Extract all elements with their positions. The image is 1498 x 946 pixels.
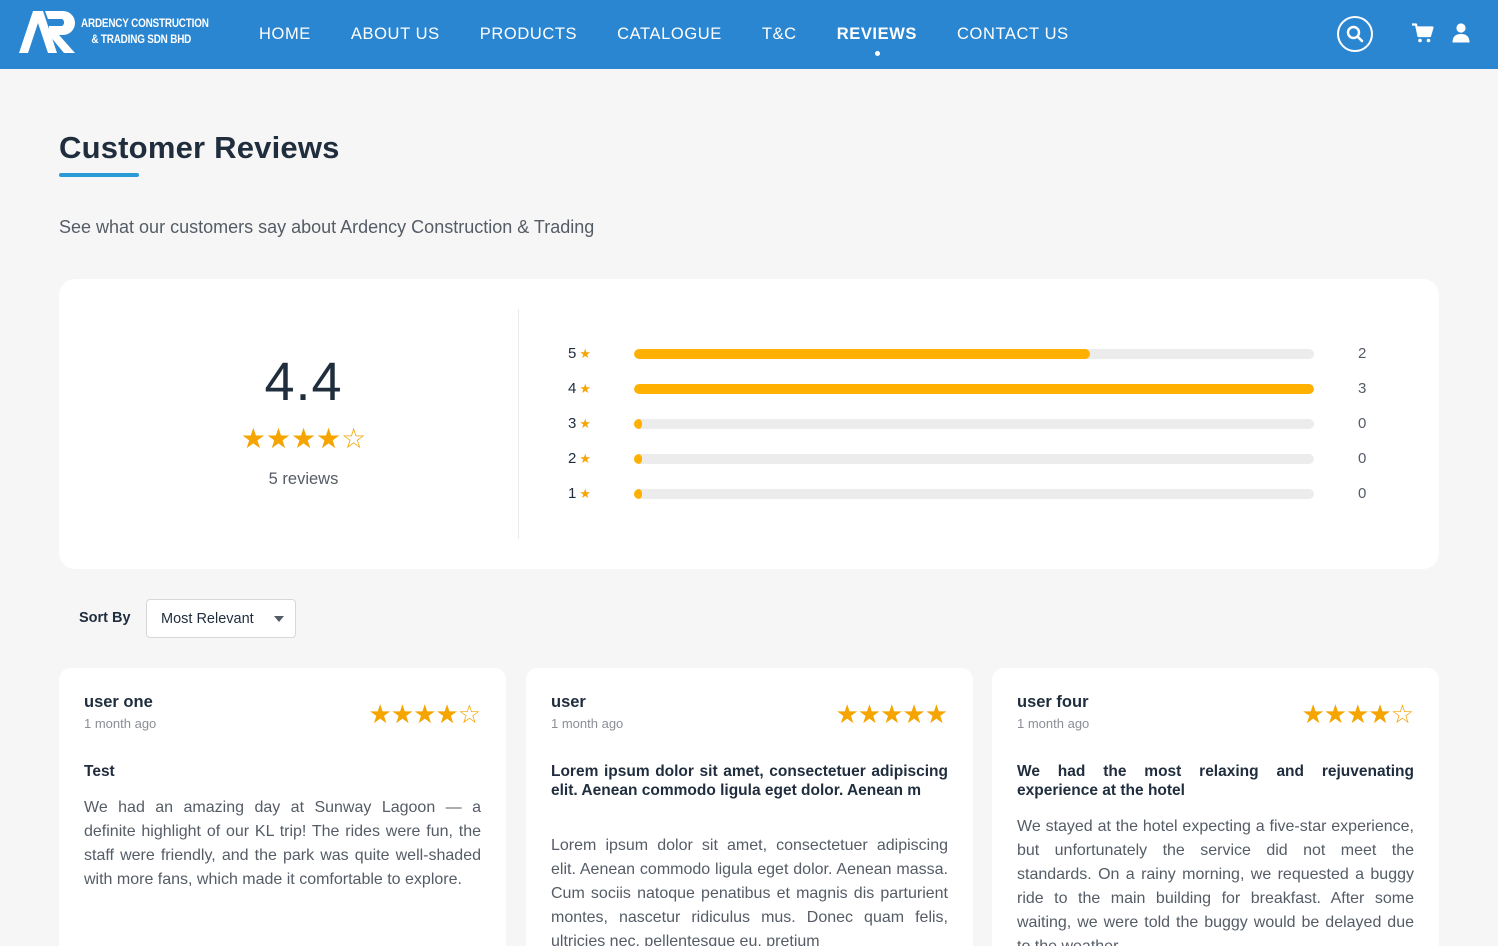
rating-bar-track <box>634 454 1314 464</box>
ar-logo-mark-icon <box>19 11 77 53</box>
nav-about-us[interactable]: ABOUT US <box>351 25 440 44</box>
rating-bar-track <box>634 384 1314 394</box>
review-heading: Lorem ipsum dolor sit amet, consectetuer… <box>551 763 948 799</box>
review-body: Lorem ipsum dolor sit amet, consectetuer… <box>551 837 948 946</box>
rating-bar-label: 3 ★ <box>568 416 591 432</box>
nav-terms[interactable]: T&C <box>762 25 797 44</box>
nav-reviews[interactable]: REVIEWS <box>837 25 917 56</box>
review-card: user one 1 month ago ★★★★☆ Test We had a… <box>59 668 506 946</box>
review-body: We had an amazing day at Sunway Lagoon —… <box>84 799 481 888</box>
rating-level: 2 <box>568 450 577 467</box>
sort-selected-value: Most Relevant <box>161 611 254 627</box>
brand-name-line2: & TRADING SDN BHD <box>91 34 192 46</box>
review-user-name: user one <box>84 693 153 711</box>
review-card: user four 1 month ago ★★★★☆ We had the m… <box>992 668 1439 946</box>
search-icon <box>1346 25 1364 43</box>
brand-logo[interactable]: ARDENCY CONSTRUCTION & TRADING SDN BHD <box>19 11 230 53</box>
rating-bar-label: 4 ★ <box>568 381 591 397</box>
page-subtitle: See what our customers say about Ardency… <box>59 217 595 237</box>
review-body: We stayed at the hotel expecting a five-… <box>1017 818 1414 946</box>
nav-home[interactable]: HOME <box>259 25 311 44</box>
review-card: user 1 month ago ★★★★★ Lorem ipsum dolor… <box>526 668 973 946</box>
search-button[interactable] <box>1337 16 1373 52</box>
nav-catalogue[interactable]: CATALOGUE <box>617 25 722 44</box>
review-heading: We had the most relaxing and rejuvenatin… <box>1017 763 1414 799</box>
rating-level: 4 <box>568 380 577 397</box>
brand-name-line1: ARDENCY CONSTRUCTION <box>81 18 209 30</box>
sort-label: Sort By <box>79 610 131 626</box>
review-stars: ★★★★☆ <box>1301 699 1414 729</box>
sort-dropdown[interactable]: Most Relevant <box>146 599 296 638</box>
rating-bar-fill <box>634 454 642 464</box>
nav-contact-us[interactable]: CONTACT US <box>957 25 1069 44</box>
star-icon: ★ <box>579 381 591 396</box>
star-icon: ★ <box>579 451 591 466</box>
review-heading: Test <box>84 763 115 780</box>
cart-icon <box>1412 23 1434 43</box>
rating-bar-row: 2 ★ 0 <box>568 451 1388 467</box>
rating-summary-card: 4.4 ★★★★☆ 5 reviews 5 ★ 2 4 ★ 3 3 ★ 0 2 ★ 0 … <box>59 279 1439 569</box>
page-title: Customer Reviews <box>59 130 340 165</box>
account-button[interactable] <box>1452 23 1470 43</box>
rating-bar-count: 0 <box>1358 415 1367 432</box>
review-time: 1 month ago <box>551 716 624 731</box>
rating-bar-count: 3 <box>1358 380 1367 397</box>
star-icon: ★ <box>579 486 591 501</box>
rating-bar-fill <box>634 349 1090 359</box>
caret-down-icon <box>274 616 284 622</box>
rating-bar-track <box>634 349 1314 359</box>
review-user-name: user four <box>1017 693 1089 711</box>
rating-bar-count: 0 <box>1358 450 1367 467</box>
main-nav: HOME ABOUT US PRODUCTS CATALOGUE T&C REV… <box>259 0 1109 69</box>
title-underline <box>59 173 139 177</box>
average-rating-stars: ★★★★☆ <box>240 423 367 454</box>
nav-products[interactable]: PRODUCTS <box>480 25 577 44</box>
rating-bar-fill <box>634 419 642 429</box>
rating-bar-row: 3 ★ 0 <box>568 416 1388 432</box>
rating-level: 5 <box>568 345 577 362</box>
review-user-name: user <box>551 693 586 711</box>
rating-bar-label: 2 ★ <box>568 451 591 467</box>
rating-level: 1 <box>568 485 577 502</box>
rating-bar-label: 1 ★ <box>568 486 591 502</box>
top-navigation-bar: ARDENCY CONSTRUCTION & TRADING SDN BHD H… <box>0 0 1498 69</box>
divider <box>518 309 519 539</box>
review-stars: ★★★★☆ <box>368 699 481 729</box>
rating-bar-track <box>634 419 1314 429</box>
user-icon <box>1452 23 1470 43</box>
star-icon: ★ <box>579 416 591 431</box>
rating-bar-row: 1 ★ 0 <box>568 486 1388 502</box>
review-stars: ★★★★★ <box>835 699 948 729</box>
rating-bar-fill <box>634 489 642 499</box>
cart-button[interactable] <box>1412 23 1434 43</box>
review-time: 1 month ago <box>1017 716 1090 731</box>
rating-level: 3 <box>568 415 577 432</box>
rating-bar-row: 5 ★ 2 <box>568 346 1388 362</box>
rating-bar-count: 2 <box>1358 345 1367 362</box>
rating-bar-fill <box>634 384 1314 394</box>
rating-bar-row: 4 ★ 3 <box>568 381 1388 397</box>
average-rating: 4.4 <box>264 352 343 412</box>
brand-name: ARDENCY CONSTRUCTION & TRADING SDN BHD <box>81 16 209 48</box>
rating-bar-label: 5 ★ <box>568 346 591 362</box>
review-time: 1 month ago <box>84 716 157 731</box>
review-count: 5 reviews <box>268 470 339 488</box>
star-icon: ★ <box>579 346 591 361</box>
rating-bar-count: 0 <box>1358 485 1367 502</box>
rating-bar-track <box>634 489 1314 499</box>
